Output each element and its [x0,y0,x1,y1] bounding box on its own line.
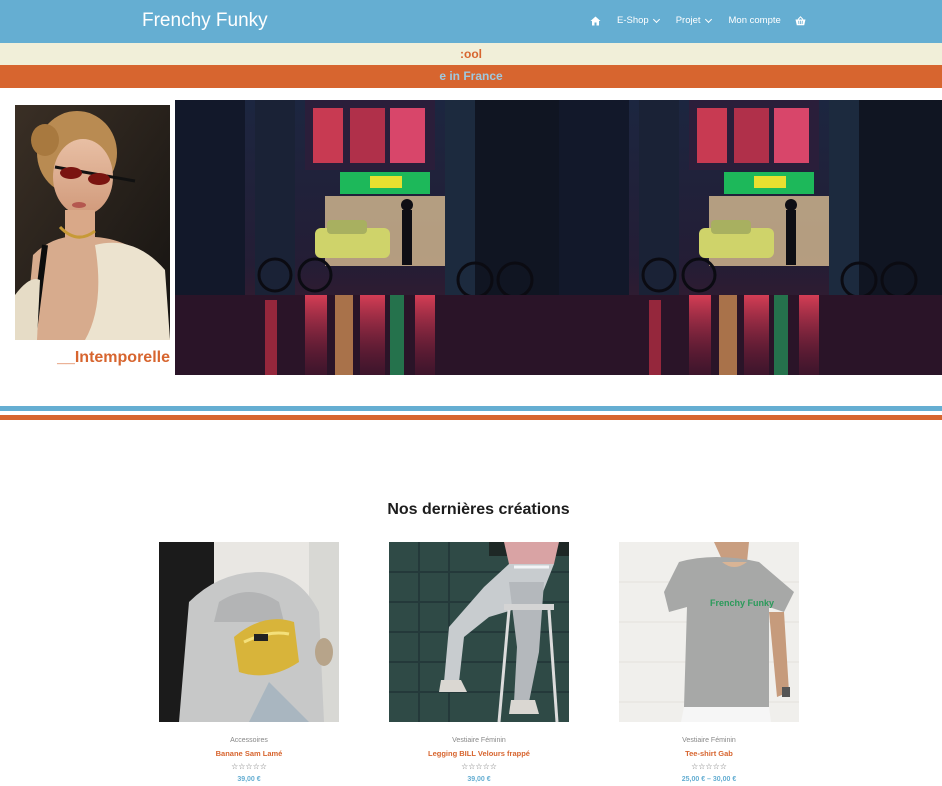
star-rating-icon: ☆☆☆☆☆ [691,762,727,771]
chevron-down-icon [704,15,712,24]
nav-account-label: Mon compte [728,15,781,26]
marquee-band-cream: :ool [0,43,942,65]
product-card: Frenchy Funky Vestiaire Féminin Tee-shir… [619,542,799,785]
basket-icon [795,16,806,26]
product-card: Vestiaire Féminin Legging BILL Velours f… [389,542,569,785]
hero-caption: __Intemporelle [57,349,170,366]
product-price: 39,00 € [237,776,261,783]
divider-stripe-orange [0,415,942,420]
product-title[interactable]: Legging BILL Velours frappé [389,749,569,759]
nav-account[interactable]: Mon compte [729,13,781,29]
nav-eshop-label: E-Shop [617,15,649,26]
hero-portrait-image [15,105,170,340]
product-category: Vestiaire Féminin [682,737,736,744]
nav-eshop[interactable]: E-Shop [617,13,660,29]
product-title[interactable]: Banane Sam Lamé [159,749,339,759]
section-title-latest: Nos dernières créations [387,501,570,518]
chevron-down-icon [652,15,660,24]
hero-banner-image [175,100,942,375]
shirt-print-text: Frenchy Funky [710,598,774,608]
nav-projet[interactable]: Projet [675,13,712,29]
main-nav: E-Shop Projet Mon compte [590,13,806,29]
marquee-text-cream: :ool [460,47,482,61]
divider-stripe-blue [0,406,942,411]
nav-cart[interactable] [795,16,806,26]
product-image[interactable] [389,542,569,722]
product-image[interactable]: Frenchy Funky [619,542,799,722]
product-title[interactable]: Tee-shirt Gab [619,749,799,759]
product-price: 39,00 € [467,776,491,783]
product-category: Accessoires [230,737,268,744]
product-category: Vestiaire Féminin [452,737,506,744]
site-header: Frenchy Funky E-Shop Projet Mon compte [0,0,942,43]
product-image[interactable] [159,542,339,722]
product-price: 25,00 € – 30,00 € [681,776,737,783]
star-rating-icon: ☆☆☆☆☆ [231,762,267,771]
star-rating-icon: ☆☆☆☆☆ [461,762,497,771]
home-icon [590,16,601,26]
site-title[interactable]: Frenchy Funky [142,10,268,32]
nav-home[interactable] [590,16,601,26]
marquee-text-orange: e in France [439,69,503,83]
marquee-band-orange: e in France [0,65,942,88]
nav-projet-label: Projet [675,15,701,26]
product-card: Accessoires Banane Sam Lamé ☆☆☆☆☆ 39,00 … [159,542,339,785]
